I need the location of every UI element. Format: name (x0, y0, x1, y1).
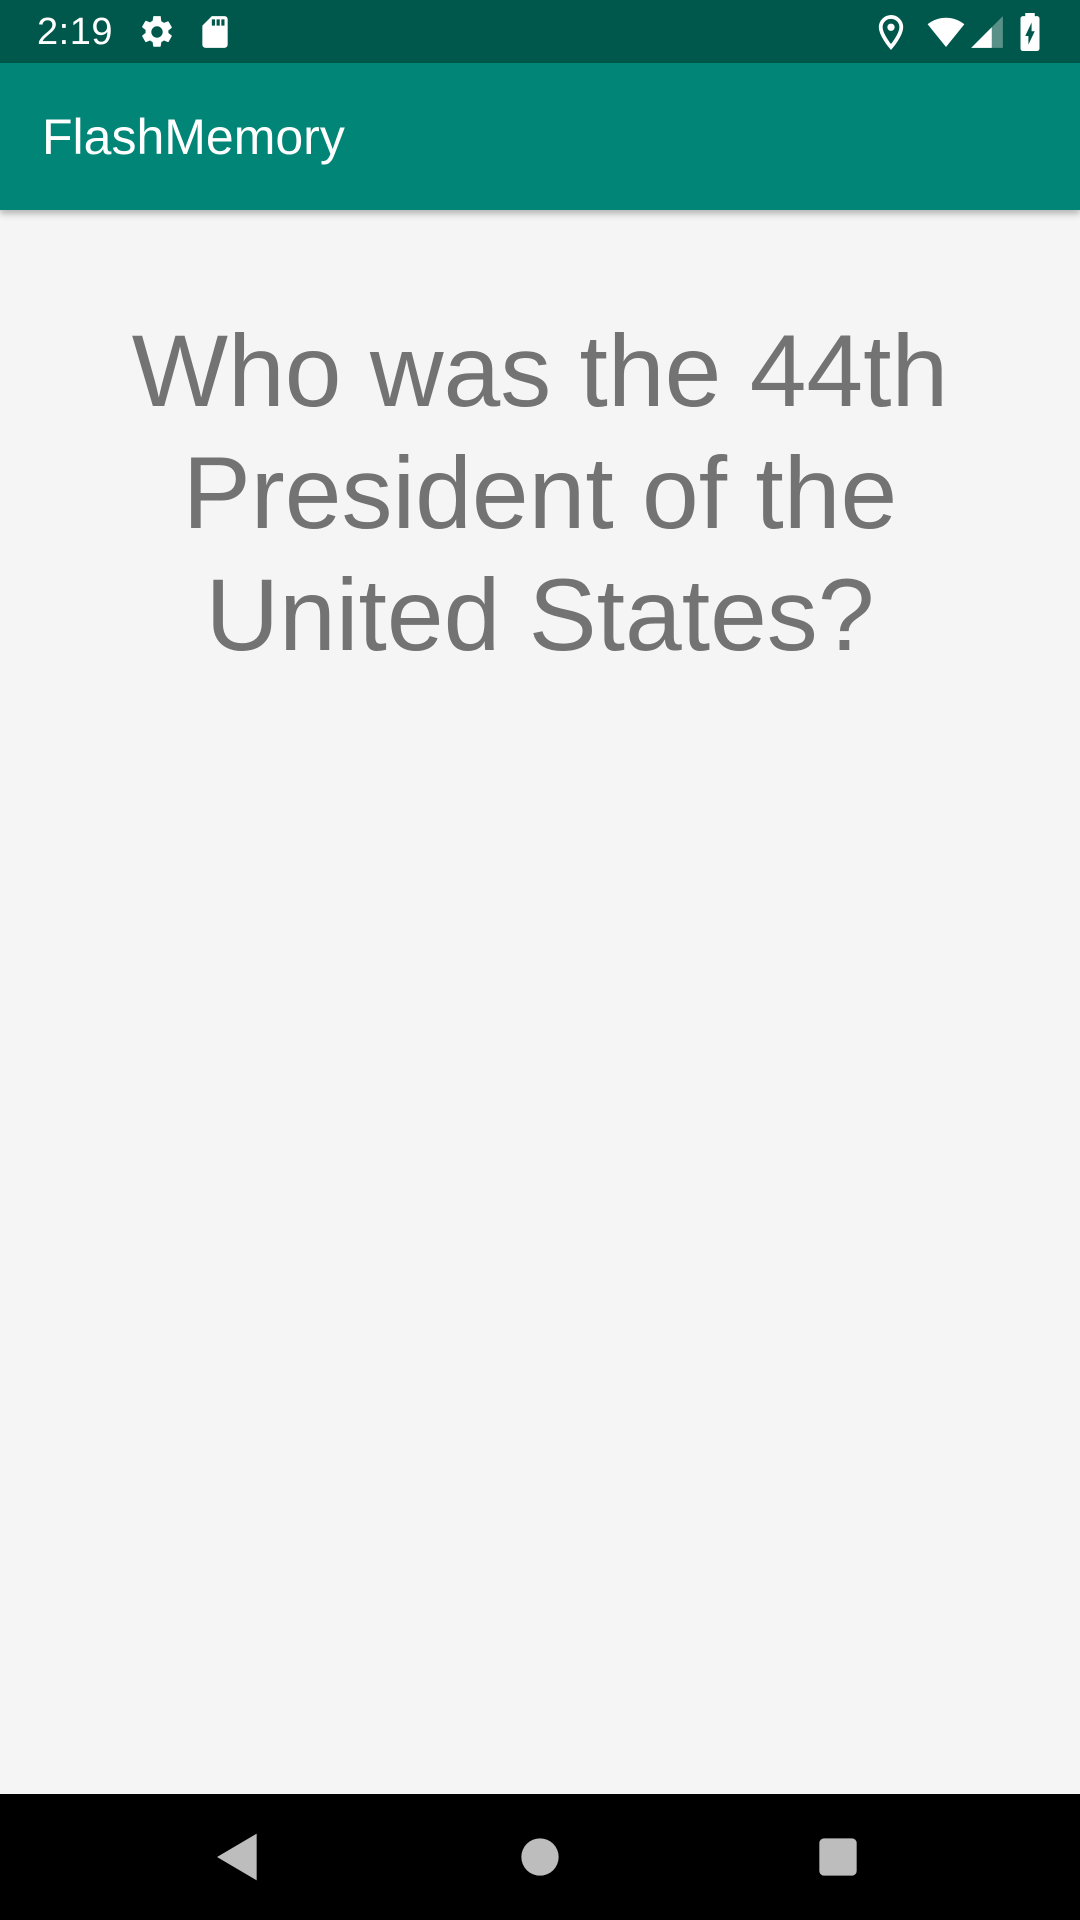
status-bar: 2:19 (0, 0, 1080, 63)
screen: 2:19 FlashMemory Who was the 44th Presid… (0, 0, 1080, 1920)
back-icon[interactable] (210, 1829, 266, 1885)
flashcard-question[interactable]: Who was the 44th President of the United… (60, 310, 1020, 676)
wifi-icon (924, 13, 968, 51)
sd-card-icon (196, 13, 234, 51)
status-time: 2:19 (37, 11, 113, 53)
navigation-bar (0, 1794, 1080, 1920)
flashcard-area[interactable]: Who was the 44th President of the United… (0, 210, 1080, 1794)
signal-icon (968, 13, 1006, 51)
gear-icon (138, 13, 176, 51)
app-title: FlashMemory (42, 109, 345, 165)
battery-charging-icon (1013, 13, 1047, 51)
recents-icon[interactable] (810, 1829, 866, 1885)
app-bar: FlashMemory (0, 63, 1080, 210)
location-icon (872, 13, 910, 51)
home-icon[interactable] (512, 1829, 568, 1885)
